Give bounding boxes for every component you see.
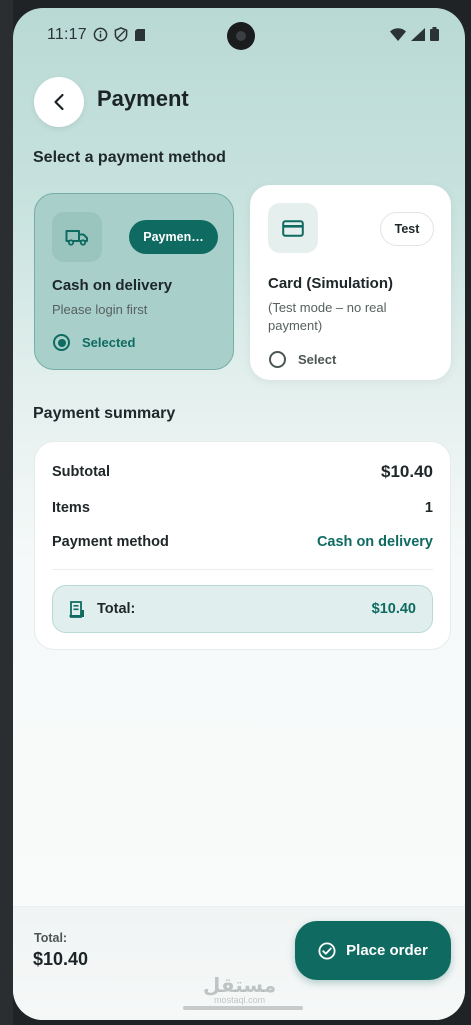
summary-total-label: Total:	[97, 601, 136, 617]
bottom-total-value: $10.40	[33, 949, 89, 969]
summary-total-value: $10.40	[371, 601, 416, 617]
payment-option-radio-row[interactable]: Select	[269, 351, 336, 368]
radio-label: Select	[298, 352, 337, 367]
radio-checked-icon[interactable]	[53, 334, 70, 351]
payment-option-radio-row[interactable]: Selected	[53, 334, 135, 351]
back-button[interactable]	[34, 77, 84, 127]
payment-option-name: Card (Simulation)	[268, 275, 394, 292]
status-icons-left	[93, 27, 146, 42]
card-icon-box	[268, 203, 318, 253]
status-icons-right	[390, 27, 439, 41]
summary-row-payment-method: Payment method Cash on delivery	[52, 534, 433, 550]
payment-option-cash-on-delivery[interactable]: Paymen… Cash on delivery Please login fi…	[34, 193, 234, 370]
summary-row-items: Items 1	[52, 500, 433, 516]
payment-option-description: (Test mode – no real payment)	[268, 300, 387, 333]
device-frame-edge	[0, 0, 13, 1025]
test-mode-badge: Test	[380, 212, 434, 246]
chevron-left-icon	[54, 93, 64, 111]
radio-label: Selected	[82, 335, 136, 350]
truck-icon	[65, 230, 88, 246]
payment-summary-card: Subtotal $10.40 Items 1 Payment method C…	[34, 441, 451, 650]
payment-method-label: Payment method	[52, 534, 169, 550]
summary-row-subtotal: Subtotal $10.40	[52, 462, 433, 482]
bottom-order-bar: Total: $10.40 Place order مستقل mostaql.…	[13, 906, 465, 1020]
payment-option-description: Please login first	[52, 302, 148, 317]
payment-option-name: Cash on delivery	[52, 277, 173, 294]
place-order-button[interactable]: Place order	[295, 921, 451, 980]
home-indicator[interactable]	[183, 1006, 303, 1010]
summary-total-box: Total: $10.40	[52, 585, 433, 633]
receipt-icon	[69, 600, 84, 618]
watermark: مستقل mostaql.com	[203, 975, 276, 1005]
sim-card-icon	[135, 28, 145, 41]
battery-icon	[430, 27, 439, 41]
page-title: Payment	[97, 86, 189, 111]
bottom-total-label: Total:	[34, 931, 68, 945]
payment-method-value: Cash on delivery	[316, 534, 433, 550]
app-screen: 11:17 Payment Select a payment method Pa…	[13, 8, 465, 1020]
radio-unchecked-icon[interactable]	[269, 351, 286, 368]
subtotal-label: Subtotal	[52, 464, 110, 480]
subtotal-value: $10.40	[381, 462, 433, 481]
items-label: Items	[52, 500, 90, 516]
place-order-label: Place order	[346, 942, 428, 959]
payment-method-section-title: Select a payment method	[33, 149, 226, 166]
check-circle-icon	[318, 942, 336, 959]
payment-summary-section-title: Payment summary	[33, 405, 176, 422]
front-camera	[227, 22, 255, 50]
credit-card-icon	[282, 219, 304, 237]
watermark-arabic: مستقل	[203, 973, 277, 997]
summary-divider	[52, 569, 433, 570]
payment-status-badge: Paymen…	[129, 220, 218, 254]
status-bar: 11:17	[13, 22, 465, 50]
info-icon	[93, 27, 108, 42]
payment-option-card-simulation[interactable]: Test Card (Simulation) (Test mode – no r…	[250, 185, 451, 380]
status-time: 11:17	[47, 26, 87, 43]
items-value: 1	[424, 500, 433, 516]
shield-icon	[114, 27, 128, 42]
truck-icon-box	[52, 212, 102, 262]
wifi-icon	[390, 27, 406, 41]
signal-icon	[411, 27, 425, 41]
